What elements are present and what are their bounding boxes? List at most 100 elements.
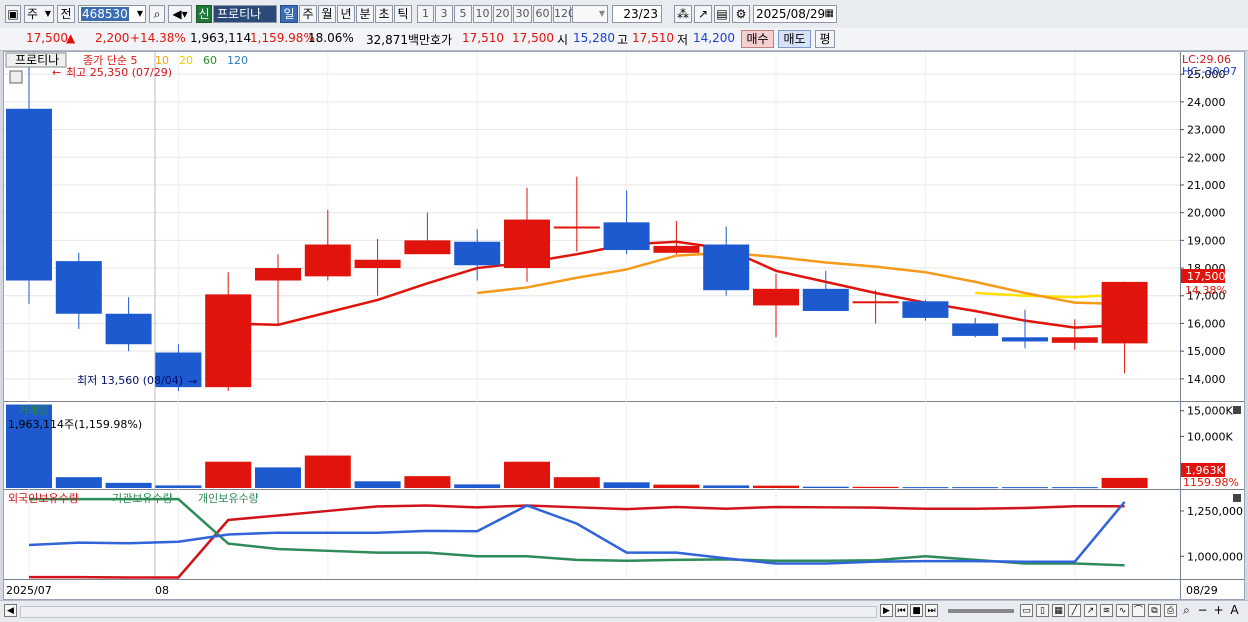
candle-body	[653, 245, 700, 253]
save-icon[interactable]: ▤	[714, 5, 730, 23]
volume-title: 거래량	[18, 404, 48, 417]
ask-price: 17,510	[462, 31, 504, 45]
rewind-icon[interactable]: ⏮	[895, 604, 908, 617]
draw-trend-icon[interactable]: ↗	[1084, 604, 1097, 617]
price-tick-label: 15,000	[1187, 345, 1226, 358]
stock-chart[interactable]: 14,00015,00016,00017,00018,00019,00020,0…	[4, 52, 1244, 599]
volume-bar	[902, 487, 949, 489]
interval-1[interactable]: 1	[417, 5, 434, 23]
interval-10[interactable]: 10	[473, 5, 492, 23]
indicator-icon[interactable]: ⁂	[674, 5, 692, 23]
draw-wave-icon[interactable]: ∿	[1116, 604, 1129, 617]
sell-button[interactable]: 매도	[778, 30, 811, 48]
tab-period-tick[interactable]: 틱	[394, 5, 412, 23]
stop-icon[interactable]: ■	[910, 604, 923, 617]
candle-body	[753, 288, 799, 306]
period-type-select[interactable]: 주 ▼	[24, 5, 54, 23]
scroll-right-icon[interactable]: ▶	[880, 604, 893, 617]
horizontal-scrollbar[interactable]	[20, 606, 877, 618]
interval-60[interactable]: 60	[533, 5, 552, 23]
stock-code-input[interactable]: 468530 ▼	[78, 5, 146, 23]
font-size-icon[interactable]: A	[1228, 604, 1241, 617]
zoom-out-icon[interactable]: −	[1196, 604, 1209, 617]
volume-bar	[852, 486, 899, 488]
interval-30[interactable]: 30	[513, 5, 532, 23]
calendar-icon[interactable]: ▦	[825, 6, 834, 22]
search-icon[interactable]: ⌕	[149, 5, 165, 23]
average-button[interactable]: 평	[815, 30, 835, 48]
gear-icon[interactable]: ⚙	[732, 5, 750, 23]
volume-close-icon[interactable]	[1233, 406, 1241, 414]
zoom-slider[interactable]	[948, 609, 1014, 613]
candle-body	[952, 323, 999, 336]
volume-bar	[155, 485, 202, 488]
interval-3[interactable]: 3	[435, 5, 453, 23]
buy-button[interactable]: 매수	[741, 30, 774, 48]
hc-label: HC:-30.97	[1182, 65, 1237, 78]
volume-bar	[753, 485, 799, 488]
price-tick-label: 21,000	[1187, 179, 1226, 192]
table-icon[interactable]	[9, 70, 23, 84]
chevron-down-icon: ▼	[598, 9, 605, 18]
volume-info: 1,963,114주(1,159.98%)	[8, 418, 142, 431]
draw-fib-icon[interactable]: ≋	[1100, 604, 1113, 617]
layout-split-icon[interactable]: ▯	[1036, 604, 1049, 617]
xaxis-mid-label: 08	[155, 584, 169, 597]
volume-bar	[255, 467, 301, 488]
tab-period-day[interactable]: 일	[280, 5, 298, 23]
zoom-in-icon[interactable]: +	[1212, 604, 1225, 617]
legend-institution-holdings: 기관보유수량	[112, 492, 173, 505]
window-menu-icon[interactable]: ▣	[5, 5, 21, 23]
holdings-close-icon[interactable]	[1233, 494, 1241, 502]
tab-period-minute[interactable]: 분	[356, 5, 374, 23]
speaker-icon[interactable]: ◀▾	[168, 5, 192, 23]
open-label: 시	[557, 33, 569, 47]
scroll-left-icon[interactable]: ◀	[4, 604, 17, 617]
volume-bar	[603, 482, 650, 488]
stock-name[interactable]: 프로티나	[213, 5, 277, 23]
interval-20[interactable]: 20	[493, 5, 512, 23]
page-count-input[interactable]: 23/23	[612, 5, 662, 23]
tab-period-month[interactable]: 월	[318, 5, 336, 23]
volume-bar	[454, 484, 501, 488]
volume-bar	[952, 487, 999, 489]
zoom-icon[interactable]: ⌕	[1180, 604, 1193, 617]
open-price: 15,280	[573, 31, 615, 45]
min-note-arrow: →	[188, 375, 197, 388]
draw-line-icon[interactable]: ╱	[1068, 604, 1081, 617]
foreign-holdings-line	[29, 504, 1125, 579]
up-triangle-icon: ▲	[66, 31, 76, 45]
interval-5[interactable]: 5	[454, 5, 472, 23]
draw-tool-icon[interactable]: ↗	[694, 5, 712, 23]
forward-icon[interactable]: ⏭	[925, 604, 938, 617]
tab-period-week[interactable]: 주	[299, 5, 317, 23]
quote-bar: 17,500 ▲ 2,200 +14.38% 1,963,114 1,159.9…	[0, 28, 1248, 51]
tab-period-second[interactable]: 초	[375, 5, 393, 23]
current-price: 17,500	[26, 31, 68, 45]
last-pct-tag: 14.38%	[1185, 284, 1227, 297]
holdings-lines	[28, 497, 1126, 579]
volume-bar	[1051, 487, 1098, 489]
market-select[interactable]: 전	[57, 5, 75, 23]
print-icon[interactable]: ⎙	[1164, 604, 1177, 617]
candle-body	[205, 294, 252, 388]
volume-tick-label: 15,000K	[1187, 405, 1233, 418]
layout-grid-icon[interactable]: ▦	[1052, 604, 1065, 617]
interval-custom-select[interactable]: ▼	[572, 5, 608, 23]
price-tick-label: 14,000	[1187, 373, 1226, 386]
date-value: 2025/08/29	[756, 7, 826, 21]
volume-y-axis: 10,000K 15,000K	[1180, 405, 1233, 443]
draw-curve-icon[interactable]: ⌒	[1132, 604, 1145, 617]
bid-price: 17,500	[512, 31, 554, 45]
volume-bar	[553, 477, 600, 488]
layout-icon[interactable]: ▭	[1020, 604, 1033, 617]
candle-body	[354, 259, 401, 269]
tab-period-year[interactable]: 년	[337, 5, 355, 23]
interval-120[interactable]: 120	[553, 5, 575, 23]
volume-bar	[105, 482, 152, 488]
volume-bar	[653, 484, 700, 488]
candle-body	[852, 301, 899, 304]
price-tick-label: 22,000	[1187, 151, 1226, 164]
copy-icon[interactable]: ⧉	[1148, 604, 1161, 617]
date-input[interactable]: 2025/08/29 ▦	[753, 5, 837, 23]
